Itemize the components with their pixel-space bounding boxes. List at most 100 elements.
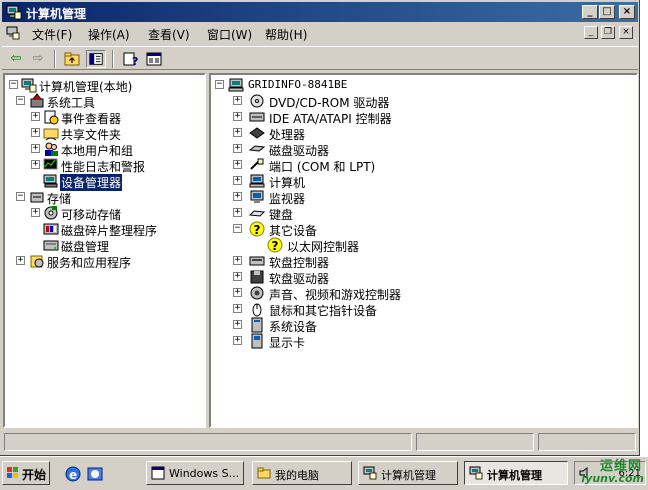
svg-text:?: ? — [254, 223, 261, 237]
status-cell — [4, 433, 412, 451]
disk-management-icon — [43, 240, 59, 251]
start-label: 开始 — [22, 468, 47, 482]
close-button[interactable]: × — [619, 5, 635, 19]
tree-label: 软盘控制器 — [269, 256, 330, 270]
expand-icon[interactable]: + — [31, 112, 40, 121]
menu-action[interactable]: 操作(A) — [88, 26, 130, 43]
tree-label: 事件查看器 — [61, 112, 122, 126]
port-icon — [250, 158, 264, 170]
taskbar-button-my-computer[interactable]: 我的电脑 — [252, 461, 352, 485]
device-manager-icon — [43, 174, 58, 188]
mdi-close-button[interactable]: × — [619, 26, 633, 39]
properties-help-icon[interactable]: ? — [120, 50, 140, 68]
dvd-icon — [250, 94, 264, 108]
mdi-minimize-button[interactable]: _ — [584, 26, 598, 39]
menu-help[interactable]: 帮助(H) — [265, 26, 307, 43]
back-arrow-icon[interactable]: ⇦ — [6, 50, 26, 68]
tree-label: 键盘 — [269, 208, 294, 222]
expand-icon[interactable]: + — [233, 320, 242, 329]
taskbar-button-computer-management-2[interactable]: 计算机管理 — [464, 461, 568, 485]
mdi-document-icon[interactable] — [6, 26, 20, 40]
expand-icon[interactable]: + — [233, 256, 242, 265]
tree-label: 设备管理器 — [60, 174, 123, 191]
menu-file[interactable]: 文件(F) — [32, 26, 72, 43]
services-icon — [30, 255, 44, 268]
tree-label: 系统设备 — [269, 320, 318, 334]
floppy-controller-icon — [249, 256, 265, 266]
expand-icon[interactable]: + — [233, 288, 242, 297]
computer-management-window: 计算机管理 _ □ × 文件(F) 操作(A) 查看(V) 窗口(W) 帮助(H… — [0, 0, 640, 456]
outlook-express-icon[interactable] — [86, 465, 104, 483]
window-title: 计算机管理 — [26, 7, 87, 21]
device-tree-pane[interactable]: − GRIDINFO-8841BE + DVD/CD-ROM 驱动器 + IDE… — [209, 73, 638, 428]
expand-icon[interactable]: + — [233, 144, 242, 153]
tree-label: 显示卡 — [269, 336, 306, 350]
svg-text:e: e — [69, 468, 77, 482]
forward-arrow-icon[interactable]: ⇨ — [28, 50, 48, 68]
tree-label: 共享文件夹 — [61, 128, 122, 142]
folder-icon — [257, 467, 271, 479]
expand-icon[interactable]: + — [233, 96, 242, 105]
computer-management-icon — [21, 78, 37, 93]
console-tree-pane[interactable]: − 计算机管理(本地) − 系统工具 + 事件查看器 + 共享文件夹 + 本地用… — [3, 73, 206, 428]
expand-icon[interactable]: + — [233, 128, 242, 137]
expand-icon[interactable]: + — [233, 176, 242, 185]
taskbar-label: Windows S... — [169, 467, 240, 480]
start-button[interactable]: 开始 — [2, 461, 50, 485]
site-watermark: 运维网 iyunv.com — [576, 455, 648, 490]
mdi-restore-button[interactable]: ❐ — [601, 26, 615, 39]
tree-label: 计算机 — [269, 176, 306, 190]
expand-icon[interactable]: + — [31, 208, 40, 217]
title-bar[interactable]: 计算机管理 _ □ × — [2, 2, 638, 22]
watermark-text-url: iyunv.com — [581, 472, 644, 485]
shared-folder-icon — [43, 128, 59, 141]
ide-controller-icon — [249, 112, 265, 122]
taskbar-label: 计算机管理 — [487, 469, 542, 482]
collapse-icon[interactable]: − — [16, 192, 25, 201]
svg-text:?: ? — [132, 55, 138, 68]
collapse-icon[interactable]: − — [9, 80, 18, 89]
collapse-icon[interactable]: − — [233, 224, 242, 233]
tree-label: DVD/CD-ROM 驱动器 — [269, 96, 390, 110]
expand-icon[interactable]: + — [233, 336, 242, 345]
expand-icon[interactable]: + — [233, 272, 242, 281]
collapse-icon[interactable]: − — [215, 80, 224, 89]
detail-view-icon[interactable] — [144, 50, 164, 68]
taskbar-button-windows-s[interactable]: Windows S... — [146, 461, 244, 485]
computer-icon — [249, 174, 265, 188]
tree-label: 鼠标和其它指针设备 — [269, 304, 378, 318]
svg-text:?: ? — [272, 239, 279, 253]
expand-icon[interactable]: + — [31, 160, 40, 169]
keyboard-icon — [249, 210, 265, 217]
menu-view[interactable]: 查看(V) — [148, 26, 190, 43]
sound-icon — [250, 286, 264, 300]
toolbar: ⇦ ⇨ ? — [2, 46, 638, 70]
expand-icon[interactable]: + — [233, 192, 242, 201]
event-viewer-icon — [44, 110, 59, 125]
tree-label: 端口 (COM 和 LPT) — [269, 160, 376, 174]
expand-icon[interactable]: + — [233, 304, 242, 313]
up-folder-icon[interactable] — [62, 50, 82, 68]
expand-icon[interactable]: + — [31, 128, 40, 137]
monitor-icon — [250, 190, 264, 203]
menu-window[interactable]: 窗口(W) — [207, 26, 252, 43]
tree-label: 可移动存储 — [61, 208, 122, 222]
computer-name: GRIDINFO-8841BE — [248, 78, 348, 91]
tree-label: 磁盘管理 — [61, 240, 110, 254]
taskbar-label: 我的电脑 — [275, 469, 319, 482]
expand-icon[interactable]: + — [16, 256, 25, 265]
tree-label: 以太网控制器 — [287, 240, 360, 254]
expand-icon[interactable]: + — [31, 144, 40, 153]
tree-label: 本地用户和组 — [61, 144, 134, 158]
collapse-icon[interactable]: − — [16, 96, 25, 105]
tree-label: 计算机管理(本地) — [39, 80, 133, 94]
maximize-button[interactable]: □ — [599, 5, 615, 19]
show-hide-console-tree-icon[interactable] — [86, 50, 106, 68]
expand-icon[interactable]: + — [233, 112, 242, 121]
minimize-button[interactable]: _ — [582, 5, 598, 19]
floppy-drive-icon — [250, 270, 264, 284]
taskbar-button-computer-management-1[interactable]: 计算机管理 — [358, 461, 458, 485]
expand-icon[interactable]: + — [233, 160, 242, 169]
expand-icon[interactable]: + — [233, 208, 242, 217]
internet-explorer-icon[interactable]: e — [64, 465, 82, 483]
